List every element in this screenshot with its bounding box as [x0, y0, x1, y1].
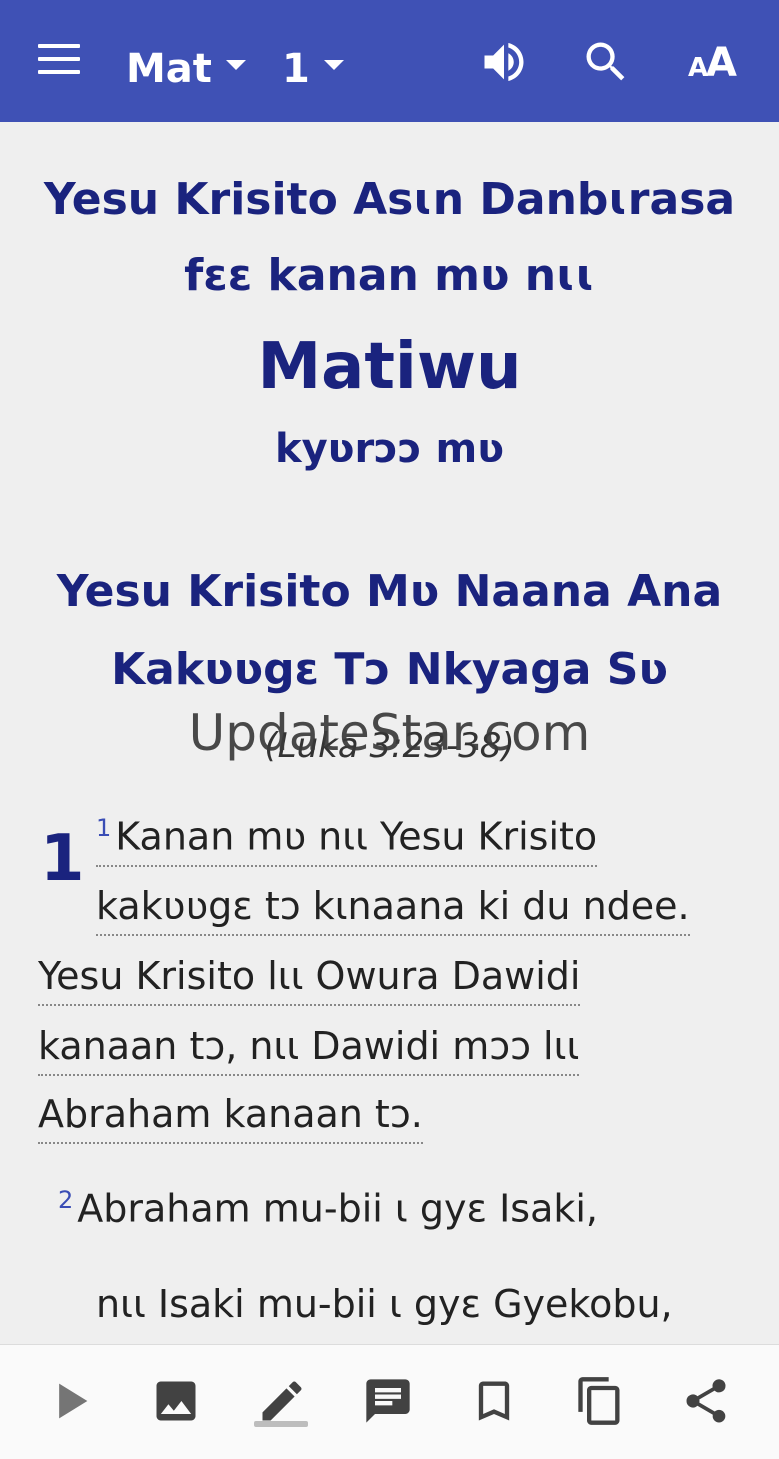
app-bar: Mat 1 A A — [0, 0, 779, 122]
verse-text: Abraham mu-bii ɩ gyɛ Isaki, — [77, 1186, 598, 1231]
verse-line[interactable]: 1 Kanan mʋ nɩɩ Yesu Krisito — [96, 814, 598, 867]
copy-icon[interactable] — [574, 1375, 626, 1427]
verse-line[interactable]: Abraham kanaan tɔ. — [38, 1092, 423, 1144]
bottom-action-bar — [0, 1344, 779, 1459]
book-selector[interactable]: Mat — [126, 44, 246, 94]
verse-line[interactable]: kakʋʋgɛ tɔ kɩnaana ki du ndee. — [96, 884, 690, 936]
speaker-icon[interactable] — [478, 36, 530, 88]
verse-text: nɩɩ Isaki mu-bii ɩ gyɛ Gyekobu, — [96, 1282, 673, 1326]
verse-line[interactable]: 2 Abraham mu-bii ɩ gyɛ Isaki, — [58, 1186, 598, 1237]
play-icon[interactable] — [44, 1375, 96, 1427]
comment-icon[interactable] — [362, 1375, 414, 1427]
book-label: Mat — [126, 46, 212, 92]
watermark: UpdateStar.com — [188, 704, 591, 762]
verse-text: Yesu Krisito lɩɩ Owura Dawidi — [38, 954, 581, 998]
image-icon[interactable] — [150, 1375, 202, 1427]
book-header-line1: Yesu Krisito Asɩn Danbɩrasa — [43, 174, 736, 225]
bookmark-icon[interactable] — [468, 1375, 520, 1427]
reader-content[interactable]: Yesu Krisito Asɩn Danbɩrasa fɛɛ kanan mʋ… — [0, 122, 779, 1344]
verse-text: Kanan mʋ nɩɩ Yesu Krisito — [115, 814, 598, 859]
verse-text: Abraham kanaan tɔ. — [38, 1092, 423, 1136]
chevron-down-icon — [225, 60, 246, 70]
edit-icon[interactable] — [256, 1375, 308, 1427]
verse-line[interactable]: nɩɩ Isaki mu-bii ɩ gyɛ Gyekobu, — [96, 1282, 673, 1332]
verse-text: kakʋʋgɛ tɔ kɩnaana ki du ndee. — [96, 884, 690, 928]
menu-icon[interactable] — [38, 44, 82, 78]
verse-line[interactable]: Yesu Krisito lɩɩ Owura Dawidi — [38, 954, 581, 1006]
book-header-line2: fɛɛ kanan mʋ nɩɩ — [184, 250, 595, 301]
verse-number: 1 — [96, 814, 112, 842]
verse-number: 2 — [58, 1186, 74, 1214]
book-title: Matiwu — [257, 330, 522, 404]
chevron-down-icon — [323, 60, 344, 70]
verse-text: kanaan tɔ, nɩɩ Dawidi mɔɔ lɩɩ — [38, 1024, 580, 1068]
share-icon[interactable] — [680, 1375, 732, 1427]
search-icon[interactable] — [580, 36, 632, 88]
verse-line[interactable]: kanaan tɔ, nɩɩ Dawidi mɔɔ lɩɩ — [38, 1024, 580, 1076]
section-heading-line1: Yesu Krisito Mʋ Naana Ana — [56, 566, 723, 617]
section-heading-line2: Kakʋʋgɛ Tɔ Nkyaga Sʋ — [111, 644, 668, 695]
chapter-selector[interactable]: 1 — [282, 44, 344, 94]
font-size-icon[interactable]: A A — [688, 36, 740, 88]
svg-text:A: A — [706, 40, 737, 86]
active-tab-indicator — [254, 1421, 308, 1427]
chapter-number: 1 — [40, 822, 85, 896]
book-header-line4: kyʋrɔɔ mʋ — [274, 426, 505, 472]
chapter-label: 1 — [282, 46, 310, 92]
